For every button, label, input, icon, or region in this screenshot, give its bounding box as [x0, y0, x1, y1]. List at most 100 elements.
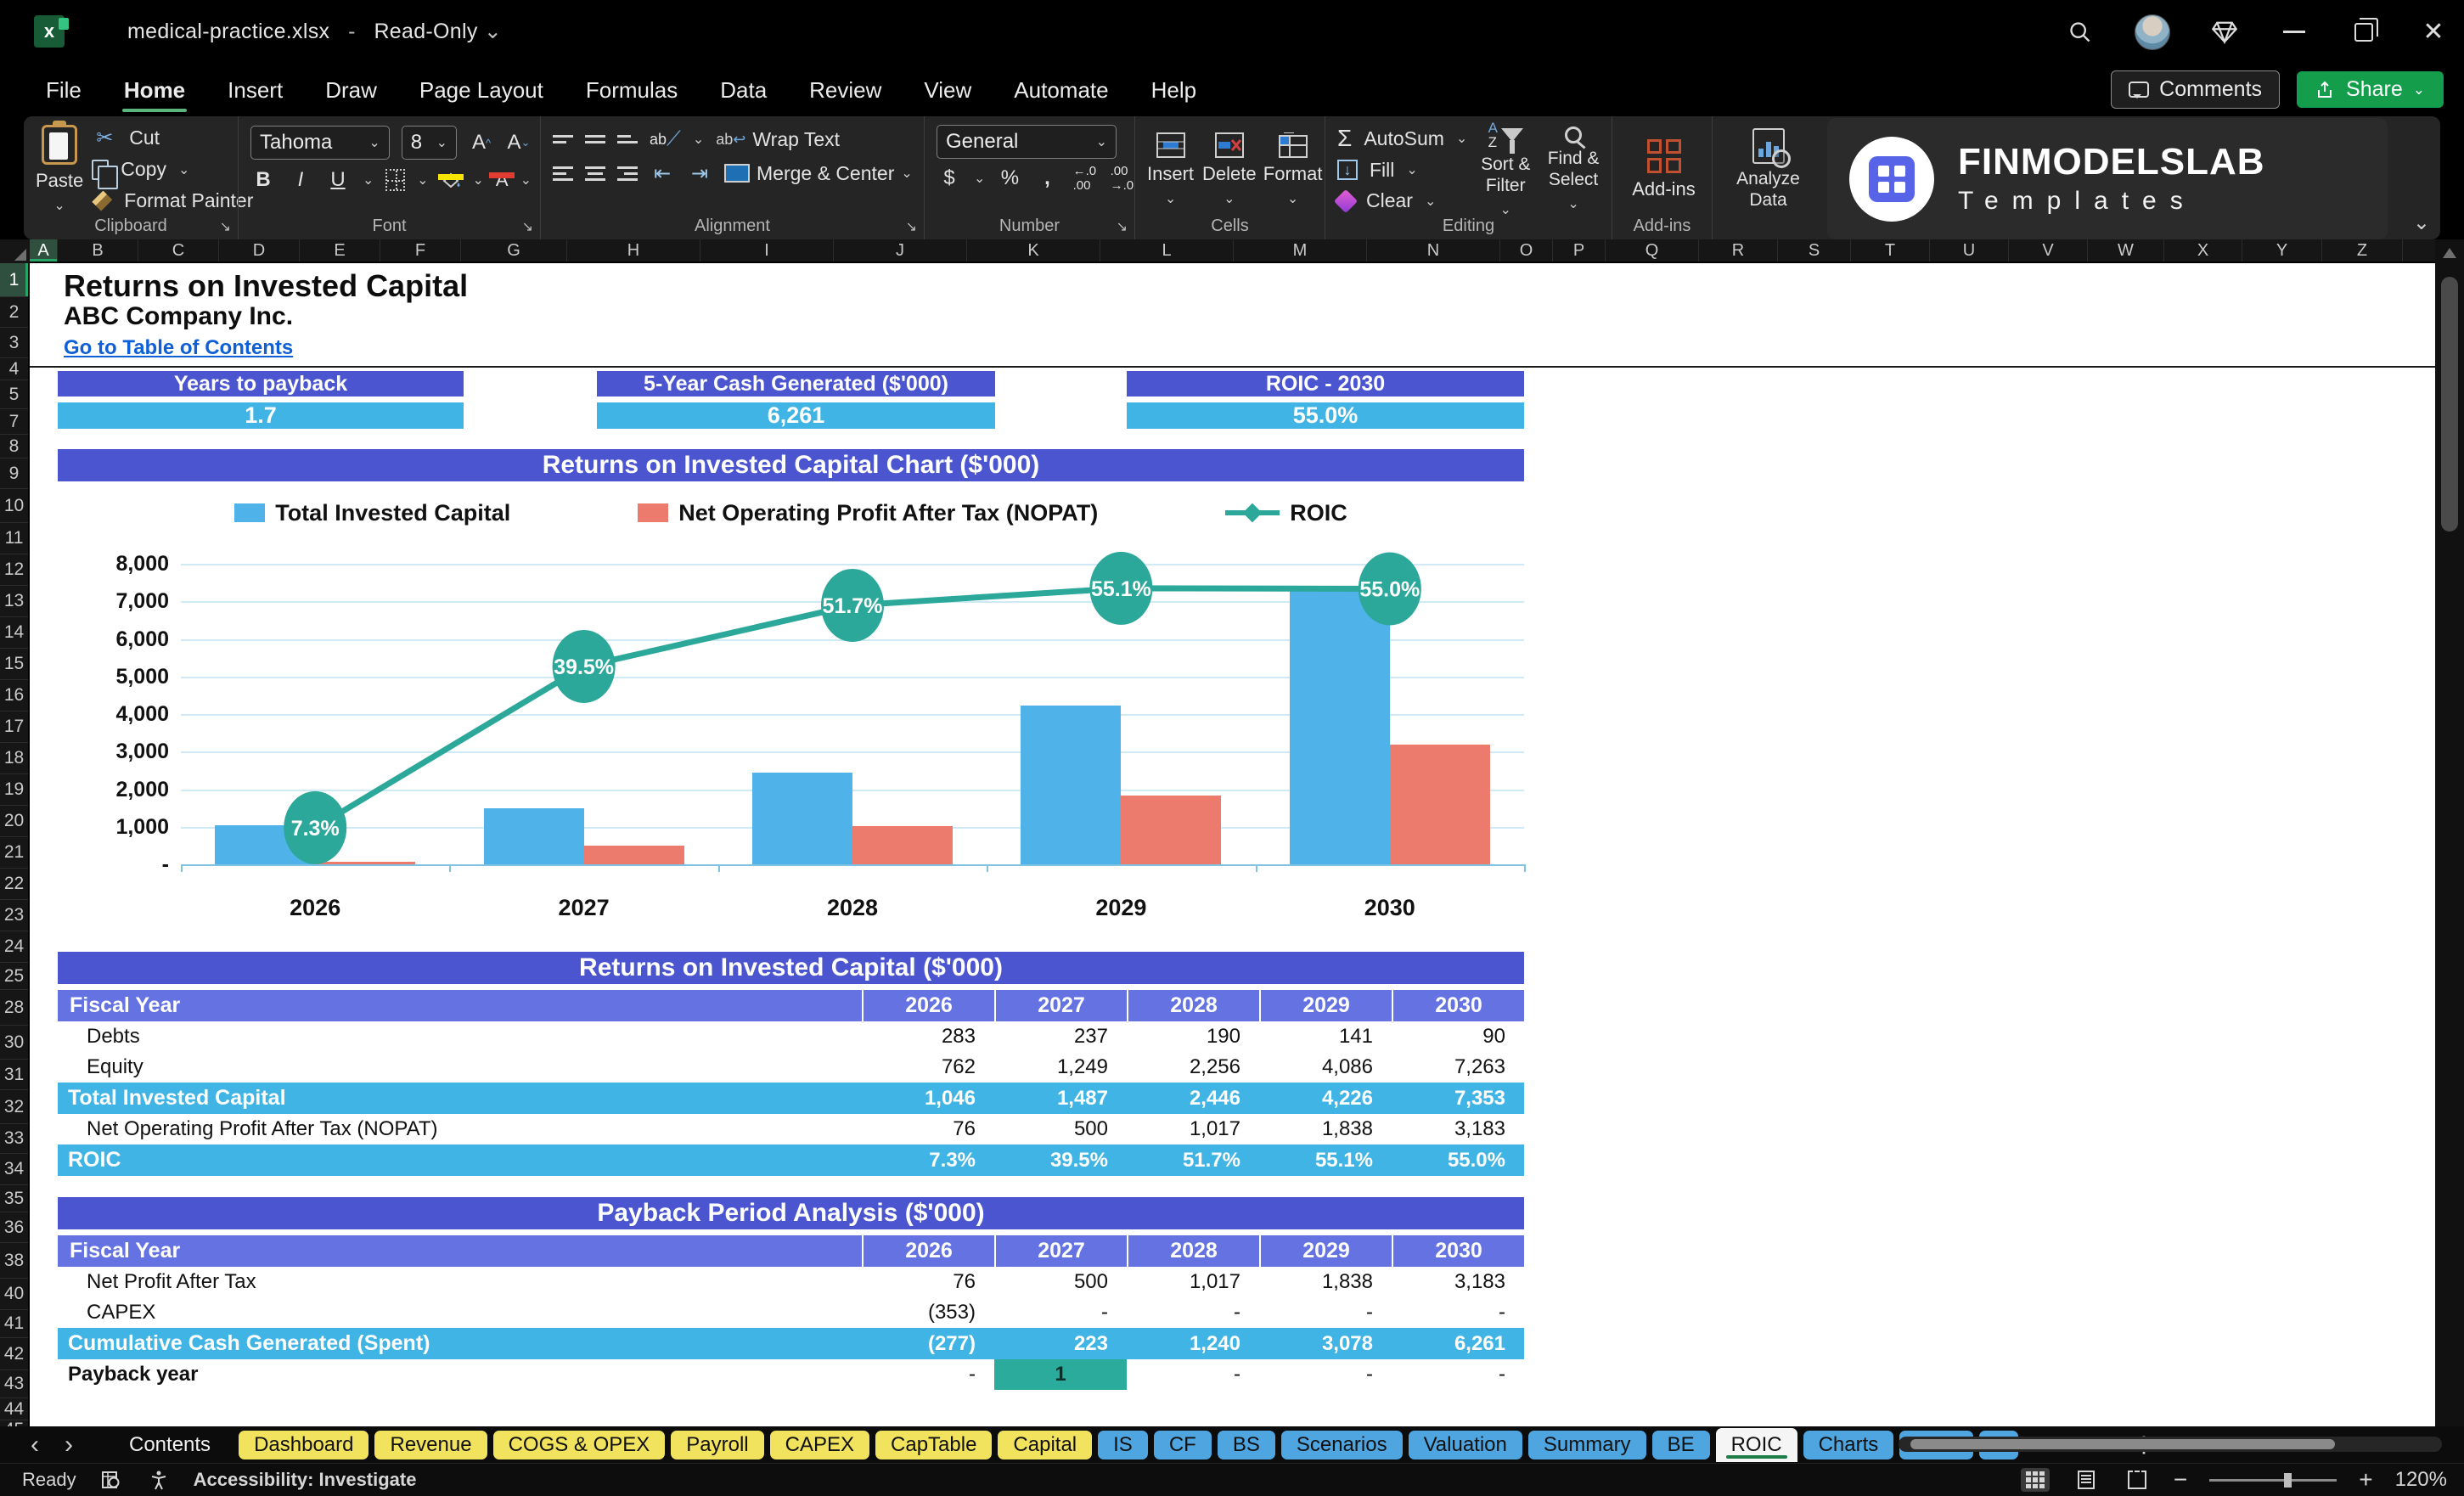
- menu-tab-data[interactable]: Data: [705, 69, 782, 112]
- accessibility-icon[interactable]: [146, 1470, 172, 1490]
- column-header-V[interactable]: V: [2009, 239, 2088, 262]
- row-header-33[interactable]: 33: [0, 1124, 28, 1154]
- sheet-tab-is[interactable]: IS: [1098, 1430, 1148, 1459]
- orientation-icon[interactable]: ab ⟋: [650, 127, 681, 152]
- zoom-in-icon[interactable]: +: [2359, 1466, 2372, 1493]
- scroll-up-arrow[interactable]: [2443, 248, 2456, 258]
- sheet-tab-valuation[interactable]: Valuation: [1408, 1430, 1522, 1459]
- sheet-tab-roic[interactable]: ROIC: [1715, 1427, 1797, 1462]
- menu-tab-home[interactable]: Home: [109, 69, 200, 112]
- font-size-select[interactable]: 8 ⌄: [401, 126, 457, 160]
- increase-decimal-icon[interactable]: ←.0.00: [1072, 164, 1097, 193]
- row-header-24[interactable]: 24: [0, 931, 28, 963]
- sheet-tab-be[interactable]: BE: [1651, 1430, 1710, 1459]
- zoom-slider-thumb[interactable]: [2284, 1472, 2292, 1488]
- wrap-text-button[interactable]: ab↩ Wrap Text: [716, 125, 840, 154]
- row-header-2[interactable]: 2: [0, 297, 28, 328]
- menu-tab-formulas[interactable]: Formulas: [571, 69, 693, 112]
- zoom-out-icon[interactable]: −: [2174, 1466, 2187, 1493]
- merge-center-button[interactable]: Merge & Center ⌄: [724, 159, 913, 188]
- paste-button[interactable]: Paste ⌄: [36, 121, 83, 214]
- number-dialog-launcher[interactable]: ↘: [1117, 218, 1128, 235]
- sheet-tab-cf[interactable]: CF: [1153, 1430, 1212, 1459]
- align-center-icon[interactable]: [585, 166, 605, 181]
- row-header-35[interactable]: 35: [0, 1185, 28, 1212]
- sort-filter-button[interactable]: AZ Sort & Filter ⌄: [1476, 121, 1535, 217]
- row-header-12[interactable]: 12: [0, 554, 28, 586]
- decrease-font-icon[interactable]: A ⌄: [506, 130, 532, 155]
- column-header-C[interactable]: C: [138, 239, 219, 262]
- sheet-tab-summary[interactable]: Summary: [1527, 1430, 1646, 1459]
- row-header-21[interactable]: 21: [0, 837, 28, 869]
- decrease-decimal-icon[interactable]: .00 →.0: [1109, 164, 1134, 193]
- column-header-F[interactable]: F: [380, 239, 461, 262]
- delete-cells-button[interactable]: Delete ⌄: [1202, 125, 1257, 214]
- horizontal-scroll-thumb[interactable]: [1910, 1439, 2335, 1449]
- row-header-30[interactable]: 30: [0, 1026, 28, 1060]
- row-header-42[interactable]: 42: [0, 1338, 28, 1370]
- decrease-indent-icon[interactable]: ⇤: [650, 160, 675, 186]
- align-right-icon[interactable]: [617, 166, 638, 181]
- font-dialog-launcher[interactable]: ↘: [522, 218, 533, 235]
- insert-cells-button[interactable]: Insert ⌄: [1147, 125, 1194, 214]
- currency-format-icon[interactable]: $: [937, 166, 962, 191]
- column-header-R[interactable]: R: [1699, 239, 1778, 262]
- column-header-J[interactable]: J: [834, 239, 967, 262]
- zoom-slider[interactable]: [2209, 1472, 2337, 1488]
- menu-tab-draw[interactable]: Draw: [310, 69, 392, 112]
- column-header-D[interactable]: D: [219, 239, 300, 262]
- sheet-tab-bs[interactable]: BS: [1217, 1430, 1275, 1459]
- font-color-button[interactable]: A: [489, 171, 515, 189]
- row-header-18[interactable]: 18: [0, 743, 28, 774]
- column-header-B[interactable]: B: [58, 239, 138, 262]
- row-header-25[interactable]: 25: [0, 963, 28, 990]
- column-header-X[interactable]: X: [2164, 239, 2242, 262]
- row-header-23[interactable]: 23: [0, 900, 28, 931]
- row-header-14[interactable]: 14: [0, 617, 28, 649]
- align-left-icon[interactable]: [553, 166, 573, 181]
- increase-font-icon[interactable]: A ^: [469, 130, 494, 155]
- addins-button[interactable]: Add-ins: [1624, 125, 1703, 214]
- number-format-select[interactable]: General ⌄: [937, 125, 1117, 159]
- comments-button[interactable]: Comments: [2111, 70, 2281, 109]
- column-header-G[interactable]: G: [461, 239, 567, 262]
- row-header-8[interactable]: 8: [0, 435, 28, 458]
- menu-tab-review[interactable]: Review: [794, 69, 897, 112]
- close-button[interactable]: ✕: [2418, 17, 2449, 48]
- sheet-tab-charts[interactable]: Charts: [1803, 1430, 1894, 1459]
- comma-format-icon[interactable]: ,: [1034, 166, 1060, 191]
- menu-tab-view[interactable]: View: [909, 69, 987, 112]
- sheet-tab-cogs-opex[interactable]: COGS & OPEX: [492, 1430, 666, 1459]
- menu-tab-page-layout[interactable]: Page Layout: [404, 69, 559, 112]
- column-header-Q[interactable]: Q: [1606, 239, 1699, 262]
- column-header-W[interactable]: W: [2088, 239, 2164, 262]
- column-header-S[interactable]: S: [1778, 239, 1851, 262]
- page-break-view-button[interactable]: [2123, 1468, 2152, 1492]
- bold-button[interactable]: B: [250, 167, 276, 193]
- chevron-down-icon[interactable]: ⌄: [484, 20, 502, 43]
- column-header-T[interactable]: T: [1851, 239, 1930, 262]
- normal-view-button[interactable]: [2020, 1468, 2050, 1492]
- column-header-H[interactable]: H: [567, 239, 700, 262]
- column-header-M[interactable]: M: [1234, 239, 1367, 262]
- premium-diamond-icon[interactable]: [2209, 17, 2240, 48]
- format-painter-button[interactable]: Format Painter: [92, 188, 253, 214]
- column-header-K[interactable]: K: [967, 239, 1100, 262]
- row-header-19[interactable]: 19: [0, 774, 28, 806]
- column-headers[interactable]: ABCDEFGHIJKLMNOPQRSTUVWXYZ: [30, 239, 2435, 263]
- align-top-icon[interactable]: [553, 135, 573, 143]
- share-button[interactable]: Share ⌄: [2297, 71, 2444, 108]
- menu-tab-automate[interactable]: Automate: [999, 69, 1123, 112]
- collapse-ribbon-icon[interactable]: ⌄: [2413, 211, 2430, 235]
- sheet-tab-captable[interactable]: CapTable: [875, 1430, 993, 1459]
- row-header-17[interactable]: 17: [0, 711, 28, 743]
- column-header-O[interactable]: O: [1500, 239, 1553, 262]
- row-header-15[interactable]: 15: [0, 649, 28, 680]
- row-header-31[interactable]: 31: [0, 1060, 28, 1090]
- analyze-data-button[interactable]: Analyze Data: [1724, 125, 1812, 214]
- sheet-canvas[interactable]: Returns on Invested Capital ABC Company …: [30, 263, 2435, 1426]
- sheet-tab-dashboard[interactable]: Dashboard: [239, 1430, 369, 1459]
- accessibility-status[interactable]: Accessibility: Investigate: [194, 1469, 417, 1491]
- row-header-20[interactable]: 20: [0, 806, 28, 837]
- row-header-5[interactable]: 5: [0, 380, 28, 409]
